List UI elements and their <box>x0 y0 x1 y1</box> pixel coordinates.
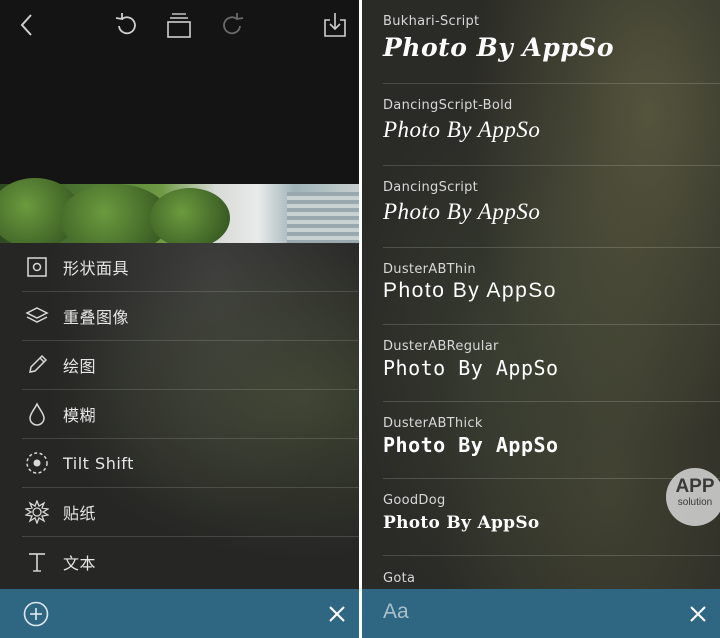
font-picker-panel: Bukhari-Script Photo By AppSo DancingScr… <box>362 0 720 638</box>
font-sample: Photo By AppSo <box>383 117 541 142</box>
close-icon[interactable] <box>326 603 348 625</box>
font-style-button[interactable]: Aa <box>383 600 409 624</box>
drop-icon <box>22 399 52 429</box>
plus-circle-icon[interactable] <box>22 600 50 628</box>
font-name: GoodDog <box>383 493 446 508</box>
tools-menu: 形状面具 重叠图像 绘图 模糊 Tilt Shift 贴纸 文本 <box>0 243 359 589</box>
font-option-gota[interactable]: Gota <box>383 556 720 589</box>
menu-item-tilt-shift[interactable]: Tilt Shift <box>22 439 359 488</box>
right-bottom-bar: Aa <box>362 589 720 638</box>
shape-mask-icon <box>22 252 52 282</box>
font-sample: Photo By AppSo <box>383 513 540 533</box>
font-sample: Photo By AppSo <box>383 33 615 62</box>
watermark-line2: solution <box>677 497 713 508</box>
share-export-icon[interactable] <box>320 10 350 40</box>
font-name: Gota <box>383 571 416 586</box>
menu-item-text[interactable]: 文本 <box>22 537 359 586</box>
menu-item-label: 绘图 <box>63 357 97 376</box>
menu-item-label: 贴纸 <box>63 504 97 523</box>
font-option-dancingscript[interactable]: DancingScript Photo By AppSo <box>383 166 720 248</box>
layers-icon <box>22 301 52 331</box>
font-option-dancingscript-bold[interactable]: DancingScript-Bold Photo By AppSo <box>383 84 720 166</box>
left-bottom-bar <box>0 589 359 638</box>
font-name: Bukhari-Script <box>383 14 480 29</box>
font-sample: Photo By AppSo <box>383 433 559 457</box>
menu-item-blur[interactable]: 模糊 <box>22 390 359 439</box>
close-icon[interactable] <box>687 603 709 625</box>
pencil-icon <box>22 350 52 380</box>
redo-icon[interactable] <box>218 10 248 40</box>
font-sample: Photo By AppSo <box>383 279 557 302</box>
editor-top-toolbar <box>0 0 359 52</box>
tilt-shift-icon <box>22 448 52 478</box>
layers-stack-icon[interactable] <box>164 10 194 40</box>
font-option-bukhari-script[interactable]: Bukhari-Script Photo By AppSo <box>383 0 720 84</box>
font-option-dusterabregular[interactable]: DusterABRegular Photo By AppSo <box>383 325 720 402</box>
menu-item-overlay-image[interactable]: 重叠图像 <box>22 292 359 341</box>
app-solution-watermark: APP solution <box>666 468 720 526</box>
menu-item-label: Tilt Shift <box>63 453 134 473</box>
font-sample: Photo By AppSo <box>383 199 541 224</box>
editor-tools-panel: 形状面具 重叠图像 绘图 模糊 Tilt Shift 贴纸 文本 <box>0 0 359 638</box>
back-chevron-icon[interactable] <box>12 10 42 40</box>
photo-preview <box>0 178 359 254</box>
menu-item-label: 形状面具 <box>63 259 130 278</box>
undo-icon[interactable] <box>111 10 141 40</box>
menu-item-label: 文本 <box>63 553 97 573</box>
font-option-dusterabthick[interactable]: DusterABThick Photo By AppSo <box>383 402 720 479</box>
font-name: DusterABThick <box>383 416 483 431</box>
font-name: DusterABRegular <box>383 339 499 354</box>
menu-item-sticker[interactable]: 贴纸 <box>22 488 359 537</box>
menu-item-label: 重叠图像 <box>63 308 130 327</box>
font-name: DusterABThin <box>383 262 476 277</box>
font-name: DancingScript <box>383 180 479 195</box>
watermark-line1: APP <box>675 476 715 497</box>
menu-item-draw[interactable]: 绘图 <box>22 341 359 390</box>
font-name: DancingScript-Bold <box>383 98 513 113</box>
sticker-icon <box>22 497 52 527</box>
menu-item-shape-mask[interactable]: 形状面具 <box>22 243 359 292</box>
menu-item-label: 模糊 <box>63 406 97 425</box>
font-sample: Photo By AppSo <box>383 356 559 380</box>
text-icon <box>22 547 52 577</box>
font-option-dusterabthin[interactable]: DusterABThin Photo By AppSo <box>383 248 720 325</box>
